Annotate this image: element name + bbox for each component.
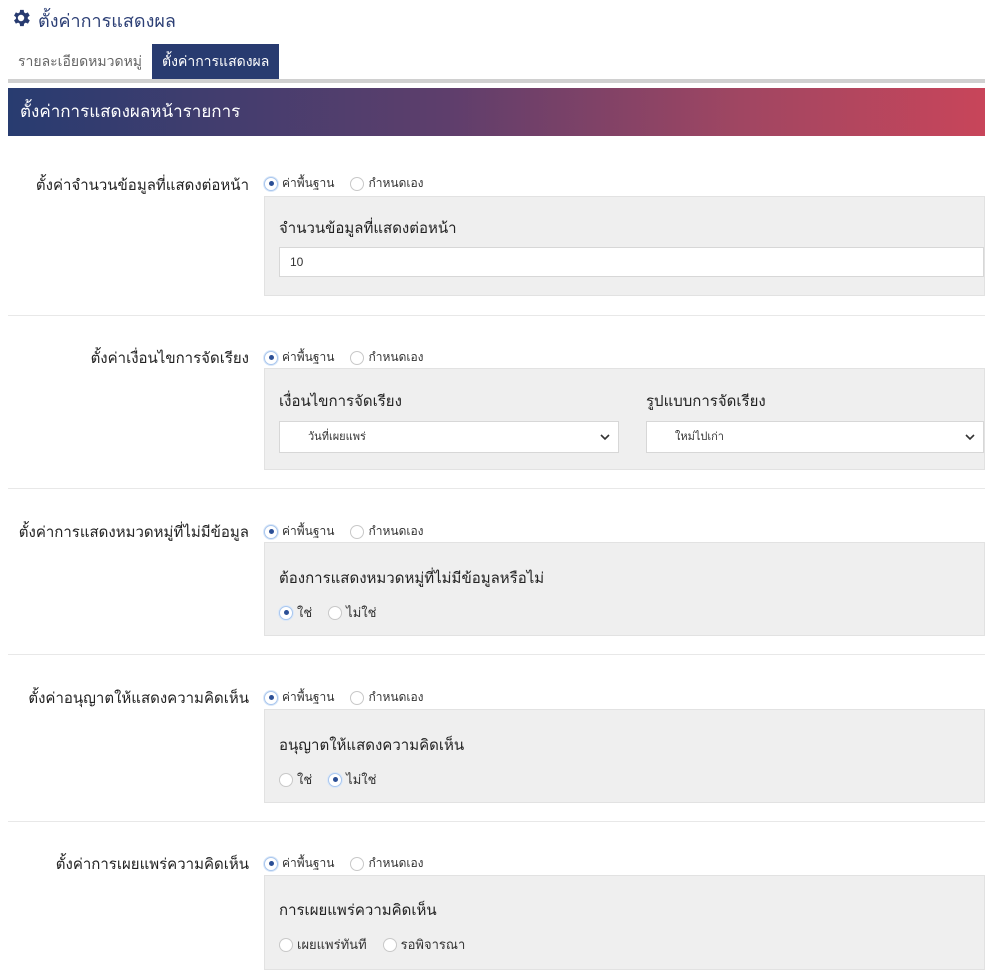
mode-custom-label: กำหนดเอง	[368, 690, 424, 704]
option-publish-now-radio[interactable]	[279, 937, 293, 952]
option-radio-group: ใช่ ไม่ใช่	[279, 769, 392, 790]
option-pending-review-radio[interactable]	[382, 937, 397, 952]
sort-order-value: ใหม่ไปเก่า	[675, 431, 724, 443]
question-label: การเผยแพร่ความคิดเห็น	[279, 902, 437, 919]
mode-default-label: ค่าพื้นฐาน	[282, 856, 335, 870]
option-radio-group: ใช่ ไม่ใช่	[279, 602, 392, 623]
settings-panel: ต้องการแสดงหมวดหมู่ที่ไม่มีข้อมูลหรือไม่…	[264, 542, 985, 636]
section-banner: ตั้งค่าการแสดงผลหน้ารายการ	[8, 88, 985, 136]
mode-default-label: ค่าพื้นฐาน	[282, 350, 335, 364]
settings-panel: การเผยแพร่ความคิดเห็น เผยแพร่ทันที รอพิจ…	[264, 875, 985, 970]
option-no-radio[interactable]	[328, 605, 343, 620]
sort-order-label: รูปแบบการจัดเรียง	[646, 393, 766, 410]
tab-bar: รายละเอียดหมวดหมู่ ตั้งค่าการแสดงผล	[8, 44, 280, 79]
question-label: ต้องการแสดงหมวดหมู่ที่ไม่มีข้อมูลหรือไม่	[279, 570, 545, 587]
mode-default-label: ค่าพื้นฐาน	[282, 690, 335, 704]
sort-order-select[interactable]: ใหม่ไปเก่า	[646, 421, 984, 453]
option-yes-label: ใช่	[297, 605, 313, 620]
section-publish-comments: ตั้งค่าการเผยแพร่ความคิดเห็น ค่าพื้นฐาน …	[8, 822, 985, 980]
question-label: อนุญาตให้แสดงความคิดเห็น	[279, 737, 465, 754]
mode-radio-group: ค่าพื้นฐาน กำหนดเอง	[264, 854, 440, 873]
mode-custom-radio[interactable]	[350, 856, 365, 871]
option-radio-group: เผยแพร่ทันที รอพิจารณา	[279, 934, 481, 955]
section-label: ตั้งค่าการเผยแพร่ความคิดเห็น	[55, 856, 249, 873]
option-yes-radio[interactable]	[279, 605, 293, 620]
option-yes-radio[interactable]	[279, 772, 293, 787]
settings-panel: จำนวนข้อมูลที่แสดงต่อหน้า 10	[264, 196, 985, 296]
tab-underline	[8, 79, 985, 83]
mode-custom-radio[interactable]	[350, 350, 365, 365]
option-no-label: ไม่ใช่	[346, 772, 377, 787]
mode-default-radio[interactable]	[264, 690, 278, 705]
page-header: ตั้งค่าการแสดงผล	[10, 8, 176, 32]
page-title: ตั้งค่าการแสดงผล	[38, 10, 176, 31]
sort-condition-select[interactable]: วันที่เผยแพร่	[279, 421, 619, 453]
section-allow-comments: ตั้งค่าอนุญาตให้แสดงความคิดเห็น ค่าพื้นฐ…	[8, 655, 985, 822]
section-label: ตั้งค่าอนุญาตให้แสดงความคิดเห็น	[28, 690, 249, 707]
option-no-label: ไม่ใช่	[346, 605, 377, 620]
mode-radio-group: ค่าพื้นฐาน กำหนดเอง	[264, 522, 440, 541]
mode-default-radio[interactable]	[264, 524, 278, 539]
option-publish-now-label: เผยแพร่ทันที	[297, 937, 367, 952]
mode-radio-group: ค่าพื้นฐาน กำหนดเอง	[264, 348, 440, 367]
mode-default-radio[interactable]	[264, 350, 278, 365]
section-sort: ตั้งค่าเงื่อนไขการจัดเรียง ค่าพื้นฐาน กำ…	[8, 316, 985, 489]
tab-display-settings[interactable]: ตั้งค่าการแสดงผล	[152, 44, 280, 79]
mode-default-label: ค่าพื้นฐาน	[282, 176, 335, 190]
field-label: จำนวนข้อมูลที่แสดงต่อหน้า	[279, 220, 457, 237]
gear-icon	[10, 7, 32, 34]
section-label: ตั้งค่าเงื่อนไขการจัดเรียง	[90, 350, 249, 367]
settings-panel: อนุญาตให้แสดงความคิดเห็น ใช่ ไม่ใช่	[264, 709, 985, 803]
sort-condition-value: วันที่เผยแพร่	[308, 431, 366, 443]
section-label: ตั้งค่าการแสดงหมวดหมู่ที่ไม่มีข้อมูล	[18, 524, 249, 541]
sort-condition-label: เงื่อนไขการจัดเรียง	[279, 393, 402, 410]
chevron-down-icon	[965, 434, 975, 441]
mode-default-radio[interactable]	[264, 856, 278, 871]
option-pending-review-label: รอพิจารณา	[400, 937, 466, 952]
mode-custom-label: กำหนดเอง	[368, 350, 424, 364]
mode-custom-label: กำหนดเอง	[368, 524, 424, 538]
tab-category-details[interactable]: รายละเอียดหมวดหมู่	[8, 44, 152, 79]
settings-panel: เงื่อนไขการจัดเรียง วันที่เผยแพร่ รูปแบบ…	[264, 368, 985, 470]
mode-radio-group: ค่าพื้นฐาน กำหนดเอง	[264, 688, 440, 707]
mode-custom-radio[interactable]	[350, 176, 365, 191]
items-per-page-input[interactable]: 10	[279, 247, 984, 277]
mode-radio-group: ค่าพื้นฐาน กำหนดเอง	[264, 174, 440, 193]
mode-default-label: ค่าพื้นฐาน	[282, 524, 335, 538]
mode-custom-label: กำหนดเอง	[368, 856, 424, 870]
mode-custom-label: กำหนดเอง	[368, 176, 424, 190]
chevron-down-icon	[600, 434, 610, 441]
mode-custom-radio[interactable]	[350, 524, 365, 539]
option-yes-label: ใช่	[297, 772, 313, 787]
mode-default-radio[interactable]	[264, 176, 278, 191]
section-empty-category: ตั้งค่าการแสดงหมวดหมู่ที่ไม่มีข้อมูล ค่า…	[8, 489, 985, 655]
option-no-radio[interactable]	[328, 772, 343, 787]
section-label: ตั้งค่าจำนวนข้อมูลที่แสดงต่อหน้า	[35, 177, 249, 194]
mode-custom-radio[interactable]	[350, 690, 365, 705]
section-items-per-page: ตั้งค่าจำนวนข้อมูลที่แสดงต่อหน้า ค่าพื้น…	[8, 136, 985, 316]
